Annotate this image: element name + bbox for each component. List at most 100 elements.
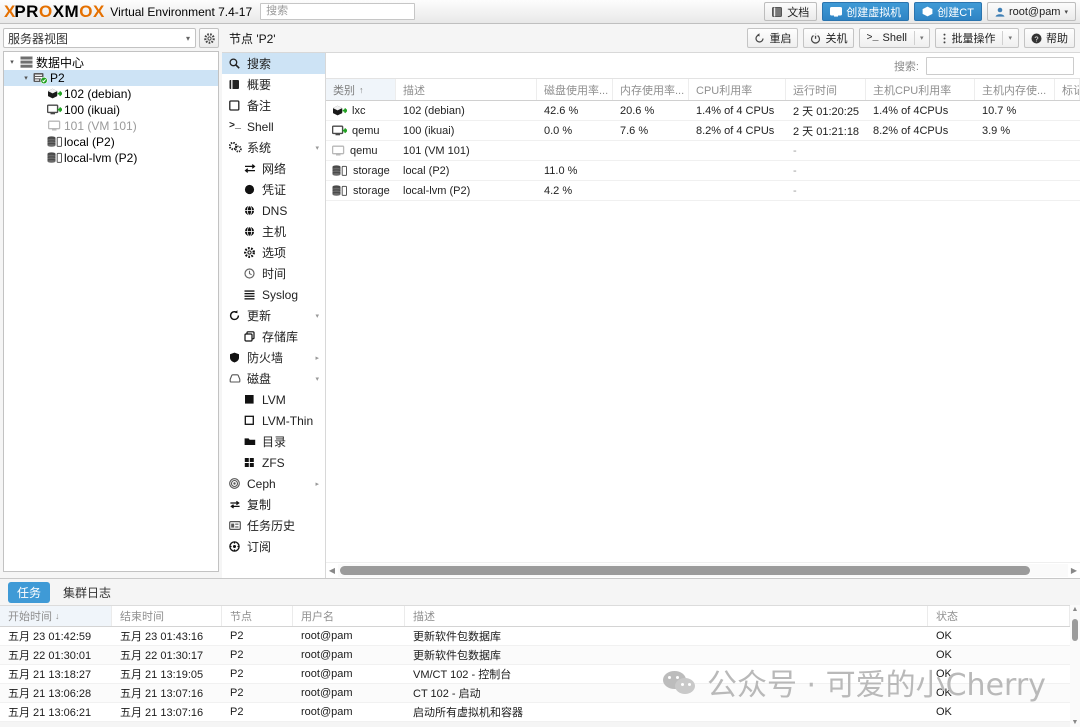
- vscroll-thumb[interactable]: [1072, 619, 1078, 641]
- task-column-label: 结束时间: [120, 611, 164, 623]
- chevron-down-icon[interactable]: ▾: [6, 58, 18, 66]
- resource-tree[interactable]: ▾ 数据中心 ▾ P2 102 (debian) 100 (ikuai) 101 (VM 1…: [3, 51, 219, 572]
- restart-button[interactable]: 重启: [747, 28, 799, 48]
- global-search-input[interactable]: 搜索: [260, 3, 416, 20]
- cell-tags: [1055, 181, 1080, 201]
- cell-type: storage: [326, 161, 396, 181]
- scroll-left-icon[interactable]: ◀: [326, 566, 338, 575]
- task-row[interactable]: 五月 23 01:42:59 五月 23 01:43:16 P2 root@pam 更新…: [0, 627, 1080, 646]
- task-column-header[interactable]: 状态: [928, 606, 1070, 626]
- nav-item-zfs[interactable]: ZFS: [222, 452, 325, 473]
- task-row[interactable]: 五月 21 13:06:21 五月 21 13:07:16 P2 root@pam 启动…: [0, 703, 1080, 722]
- nav-item--[interactable]: 搜索: [222, 53, 325, 74]
- grid-column-header[interactable]: 主机内存使...: [975, 79, 1055, 100]
- table-row[interactable]: qemu 100 (ikuai) 0.0 % 7.6 % 8.2% of 4 CPUs 2…: [326, 121, 1080, 141]
- create-ct-button[interactable]: 创建CT: [914, 2, 982, 21]
- scroll-up-icon[interactable]: ▲: [1070, 605, 1080, 615]
- nav-item--[interactable]: 更新 ▾: [222, 305, 325, 326]
- task-column-header[interactable]: 节点: [222, 606, 293, 626]
- task-cell-node: P2: [230, 649, 244, 661]
- tasklog-icon: [229, 520, 246, 531]
- bottom-tab-tasks[interactable]: 任务: [8, 581, 51, 603]
- table-row[interactable]: storage local (P2) 11.0 % -: [326, 161, 1080, 181]
- nav-item--[interactable]: 概要: [222, 74, 325, 95]
- tree-item-local-lvm-p2-[interactable]: local-lvm (P2): [4, 150, 218, 166]
- grid-column-header[interactable]: 磁盘使用率...: [537, 79, 613, 100]
- nav-item-lvm[interactable]: LVM: [222, 389, 325, 410]
- create-vm-button[interactable]: 创建虚拟机: [822, 2, 910, 21]
- bottom-tab-cluster-log[interactable]: 集群日志: [54, 582, 120, 603]
- nav-item--[interactable]: 备注: [222, 95, 325, 116]
- sort-arrow-icon: ↓: [55, 611, 60, 621]
- help-button[interactable]: ? 帮助: [1024, 28, 1075, 48]
- task-row[interactable]: 五月 21 13:18:27 五月 21 13:19:05 P2 root@pam VM…: [0, 665, 1080, 684]
- table-row[interactable]: lxc 102 (debian) 42.6 % 20.6 % 1.4% of 4 CPU…: [326, 101, 1080, 121]
- resource-grid-panel: 搜索: 类别 ↑ 描述 磁盘使用率... 内存使用率... CPU利用率 运行时间 主机CPU…: [326, 52, 1080, 578]
- task-column-header[interactable]: 结束时间: [112, 606, 222, 626]
- nav-item-label: LVM: [262, 392, 286, 407]
- nav-item--[interactable]: 订阅: [222, 536, 325, 557]
- grid-column-header[interactable]: CPU利用率: [689, 79, 786, 100]
- nav-item-lvm-thin[interactable]: LVM-Thin: [222, 410, 325, 431]
- nav-item-dns[interactable]: DNS: [222, 200, 325, 221]
- nav-item--[interactable]: 时间: [222, 263, 325, 284]
- nav-item-ceph[interactable]: Ceph ▸: [222, 473, 325, 494]
- tree-item-local-p2-[interactable]: local (P2): [4, 134, 218, 150]
- hscroll-thumb[interactable]: [340, 566, 1030, 575]
- grid-column-header[interactable]: 类别 ↑: [326, 79, 396, 100]
- cell-type-label: storage: [353, 164, 390, 177]
- nav-item--[interactable]: 磁盘 ▾: [222, 368, 325, 389]
- task-column-header[interactable]: 描述: [405, 606, 928, 626]
- grid-column-header[interactable]: 描述: [396, 79, 537, 100]
- gear-icon[interactable]: [199, 28, 219, 48]
- nav-item--[interactable]: 任务历史: [222, 515, 325, 536]
- nav-item--[interactable]: 存储库: [222, 326, 325, 347]
- horizontal-scrollbar[interactable]: ◀ ▶: [326, 562, 1080, 578]
- nav-expander-icon[interactable]: ▸: [315, 354, 319, 362]
- grid-column-header[interactable]: 运行时间: [786, 79, 866, 100]
- grid-column-header[interactable]: 标记: [1055, 79, 1080, 100]
- scroll-right-icon[interactable]: ▶: [1068, 566, 1080, 575]
- tree-item-p2[interactable]: ▾ P2: [4, 70, 218, 86]
- hscroll-track[interactable]: [338, 564, 1068, 577]
- bulk-actions-button[interactable]: 批量操作 ▾: [935, 28, 1019, 48]
- nav-item--[interactable]: 网络: [222, 158, 325, 179]
- tree-item-102-debian-[interactable]: 102 (debian): [4, 86, 218, 102]
- tree-item-101-vm-101-[interactable]: 101 (VM 101): [4, 118, 218, 134]
- nav-expander-icon[interactable]: ▾: [315, 312, 319, 320]
- node-nav-menu[interactable]: 搜索 概要 备注 >_ Shell 系统 ▾ 网络 凭证 DNS 主机 选项 时间 Syslog 更新 ▾ 存储…: [222, 52, 326, 578]
- nav-expander-icon[interactable]: ▾: [315, 375, 319, 383]
- documentation-button[interactable]: 文档: [764, 2, 818, 21]
- nav-expander-icon[interactable]: ▸: [315, 480, 319, 488]
- chevron-down-icon[interactable]: ▾: [20, 74, 32, 82]
- grid-column-header[interactable]: 主机CPU利用率: [866, 79, 975, 100]
- task-column-header[interactable]: 开始时间 ↓: [0, 606, 112, 626]
- table-row[interactable]: storage local-lvm (P2) 4.2 % -: [326, 181, 1080, 201]
- nav-item--[interactable]: 目录: [222, 431, 325, 452]
- create-vm-label: 创建虚拟机: [846, 6, 902, 19]
- task-column-header[interactable]: 用户名: [293, 606, 405, 626]
- table-row[interactable]: qemu 101 (VM 101) -: [326, 141, 1080, 161]
- nav-item--[interactable]: 系统 ▾: [222, 137, 325, 158]
- task-row[interactable]: 五月 21 13:06:28 五月 21 13:07:16 P2 root@pam CT…: [0, 684, 1080, 703]
- view-selector-dropdown[interactable]: 服务器视图 ▾: [3, 28, 196, 48]
- tree-item-100-ikuai-[interactable]: 100 (ikuai): [4, 102, 218, 118]
- nav-item--[interactable]: 凭证: [222, 179, 325, 200]
- nav-item--[interactable]: 防火墙 ▸: [222, 347, 325, 368]
- nav-expander-icon[interactable]: ▾: [315, 144, 319, 152]
- nav-item--[interactable]: 复制: [222, 494, 325, 515]
- nav-item-syslog[interactable]: Syslog: [222, 284, 325, 305]
- grid-search-input[interactable]: [926, 56, 1074, 75]
- nav-item--[interactable]: 主机: [222, 221, 325, 242]
- tree-item--[interactable]: ▾ 数据中心: [4, 54, 218, 70]
- shutdown-button[interactable]: 关机: [803, 28, 855, 48]
- shell-button[interactable]: >_ Shell ▾: [859, 28, 931, 48]
- grid-column-header[interactable]: 内存使用率...: [613, 79, 689, 100]
- nav-item--[interactable]: 选项: [222, 242, 325, 263]
- task-row[interactable]: 五月 22 01:30:01 五月 22 01:30:17 P2 root@pam 更新…: [0, 646, 1080, 665]
- scroll-down-icon[interactable]: ▼: [1070, 718, 1080, 727]
- nav-item-shell[interactable]: >_ Shell: [222, 116, 325, 137]
- vertical-scrollbar[interactable]: ▲ ▼: [1070, 605, 1080, 727]
- user-menu-button[interactable]: root@pam ▾: [986, 2, 1076, 21]
- task-column-label: 状态: [936, 611, 958, 623]
